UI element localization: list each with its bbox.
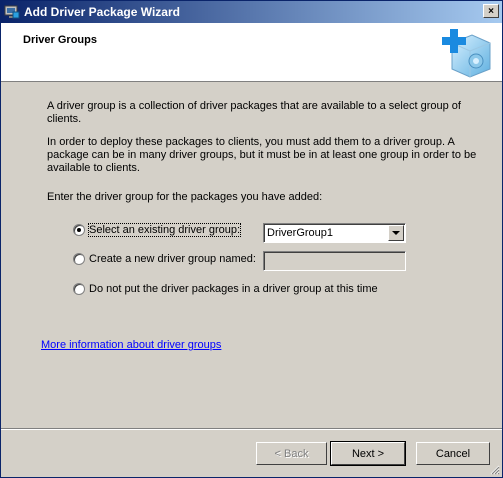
option-no-group-label[interactable]: Do not put the driver packages in a driv… (89, 283, 378, 295)
more-info-link[interactable]: More information about driver groups (41, 339, 221, 351)
title-bar[interactable]: Add Driver Package Wizard × (1, 1, 502, 23)
chevron-down-icon (392, 231, 400, 235)
radio-new-group[interactable] (73, 253, 85, 265)
radio-existing-group[interactable] (73, 224, 85, 236)
radio-no-group[interactable] (73, 283, 85, 295)
option-new-group[interactable]: Create a new driver group named: (73, 251, 256, 267)
page-title: Driver Groups (23, 34, 97, 46)
wizard-header: Driver Groups (1, 23, 502, 82)
option-existing-group-label[interactable]: Select an existing driver group: (87, 223, 242, 237)
prompt-text: Enter the driver group for the packages … (47, 191, 323, 203)
intro-text: A driver group is a collection of driver… (47, 100, 461, 125)
resize-grip-icon[interactable] (488, 463, 500, 475)
new-group-name-field[interactable] (263, 251, 406, 271)
dropdown-button[interactable] (388, 225, 404, 241)
footer-divider (1, 428, 502, 430)
close-button[interactable]: × (483, 4, 499, 18)
wizard-window: Add Driver Package Wizard × Driver Group… (0, 0, 503, 478)
window-title: Add Driver Package Wizard (24, 5, 180, 19)
wizard-content: A driver group is a collection of driver… (1, 82, 502, 428)
existing-group-value: DriverGroup1 (267, 227, 334, 239)
option-new-group-label[interactable]: Create a new driver group named: (89, 253, 256, 265)
driver-package-add-icon (442, 29, 491, 78)
existing-group-select[interactable]: DriverGroup1 (263, 223, 406, 243)
option-no-group[interactable]: Do not put the driver packages in a driv… (73, 281, 378, 297)
back-button[interactable]: < Back (256, 442, 327, 465)
next-button[interactable]: Next > (330, 441, 406, 466)
wizard-app-icon (4, 5, 20, 19)
deploy-note-text: In order to deploy these packages to cli… (47, 136, 477, 174)
option-existing-group[interactable]: Select an existing driver group: (73, 222, 242, 238)
close-icon: × (488, 5, 494, 17)
cancel-button[interactable]: Cancel (416, 442, 490, 465)
